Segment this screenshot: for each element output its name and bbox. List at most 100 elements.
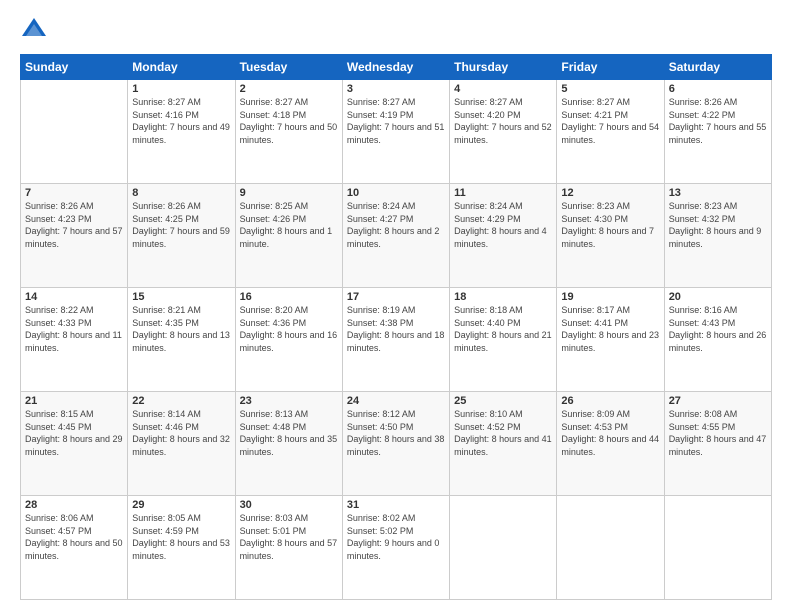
day-info: Sunrise: 8:22 AMSunset: 4:33 PMDaylight:… — [25, 304, 123, 354]
logo — [20, 16, 52, 44]
day-number: 24 — [347, 395, 445, 407]
week-row-5: 28Sunrise: 8:06 AMSunset: 4:57 PMDayligh… — [21, 496, 772, 600]
calendar-cell — [557, 496, 664, 600]
day-number: 1 — [132, 83, 230, 95]
day-number: 20 — [669, 291, 767, 303]
day-info: Sunrise: 8:24 AMSunset: 4:27 PMDaylight:… — [347, 200, 445, 250]
day-info: Sunrise: 8:15 AMSunset: 4:45 PMDaylight:… — [25, 408, 123, 458]
day-info: Sunrise: 8:08 AMSunset: 4:55 PMDaylight:… — [669, 408, 767, 458]
day-number: 4 — [454, 83, 552, 95]
weekday-tuesday: Tuesday — [235, 55, 342, 80]
day-info: Sunrise: 8:12 AMSunset: 4:50 PMDaylight:… — [347, 408, 445, 458]
day-info: Sunrise: 8:21 AMSunset: 4:35 PMDaylight:… — [132, 304, 230, 354]
week-row-1: 1Sunrise: 8:27 AMSunset: 4:16 PMDaylight… — [21, 80, 772, 184]
calendar-cell: 24Sunrise: 8:12 AMSunset: 4:50 PMDayligh… — [342, 392, 449, 496]
calendar-cell: 19Sunrise: 8:17 AMSunset: 4:41 PMDayligh… — [557, 288, 664, 392]
calendar-cell: 16Sunrise: 8:20 AMSunset: 4:36 PMDayligh… — [235, 288, 342, 392]
day-info: Sunrise: 8:27 AMSunset: 4:18 PMDaylight:… — [240, 96, 338, 146]
calendar-cell: 13Sunrise: 8:23 AMSunset: 4:32 PMDayligh… — [664, 184, 771, 288]
calendar-cell: 15Sunrise: 8:21 AMSunset: 4:35 PMDayligh… — [128, 288, 235, 392]
calendar-cell: 7Sunrise: 8:26 AMSunset: 4:23 PMDaylight… — [21, 184, 128, 288]
weekday-sunday: Sunday — [21, 55, 128, 80]
day-info: Sunrise: 8:23 AMSunset: 4:30 PMDaylight:… — [561, 200, 659, 250]
day-number: 13 — [669, 187, 767, 199]
day-number: 7 — [25, 187, 123, 199]
day-info: Sunrise: 8:26 AMSunset: 4:22 PMDaylight:… — [669, 96, 767, 146]
calendar-cell — [664, 496, 771, 600]
calendar-cell: 28Sunrise: 8:06 AMSunset: 4:57 PMDayligh… — [21, 496, 128, 600]
calendar-cell: 25Sunrise: 8:10 AMSunset: 4:52 PMDayligh… — [450, 392, 557, 496]
calendar-cell: 8Sunrise: 8:26 AMSunset: 4:25 PMDaylight… — [128, 184, 235, 288]
calendar-cell: 17Sunrise: 8:19 AMSunset: 4:38 PMDayligh… — [342, 288, 449, 392]
day-number: 17 — [347, 291, 445, 303]
calendar-cell — [21, 80, 128, 184]
day-number: 11 — [454, 187, 552, 199]
day-number: 26 — [561, 395, 659, 407]
day-number: 10 — [347, 187, 445, 199]
calendar-cell: 9Sunrise: 8:25 AMSunset: 4:26 PMDaylight… — [235, 184, 342, 288]
calendar-cell: 1Sunrise: 8:27 AMSunset: 4:16 PMDaylight… — [128, 80, 235, 184]
calendar-cell: 18Sunrise: 8:18 AMSunset: 4:40 PMDayligh… — [450, 288, 557, 392]
day-info: Sunrise: 8:26 AMSunset: 4:25 PMDaylight:… — [132, 200, 230, 250]
calendar-cell: 23Sunrise: 8:13 AMSunset: 4:48 PMDayligh… — [235, 392, 342, 496]
day-number: 31 — [347, 499, 445, 511]
calendar-cell: 21Sunrise: 8:15 AMSunset: 4:45 PMDayligh… — [21, 392, 128, 496]
calendar-cell: 11Sunrise: 8:24 AMSunset: 4:29 PMDayligh… — [450, 184, 557, 288]
day-number: 8 — [132, 187, 230, 199]
day-info: Sunrise: 8:05 AMSunset: 4:59 PMDaylight:… — [132, 512, 230, 562]
day-number: 15 — [132, 291, 230, 303]
week-row-3: 14Sunrise: 8:22 AMSunset: 4:33 PMDayligh… — [21, 288, 772, 392]
day-info: Sunrise: 8:26 AMSunset: 4:23 PMDaylight:… — [25, 200, 123, 250]
day-info: Sunrise: 8:16 AMSunset: 4:43 PMDaylight:… — [669, 304, 767, 354]
day-info: Sunrise: 8:06 AMSunset: 4:57 PMDaylight:… — [25, 512, 123, 562]
calendar-cell: 6Sunrise: 8:26 AMSunset: 4:22 PMDaylight… — [664, 80, 771, 184]
header — [20, 16, 772, 44]
page: SundayMondayTuesdayWednesdayThursdayFrid… — [0, 0, 792, 612]
logo-icon — [20, 16, 48, 44]
day-number: 27 — [669, 395, 767, 407]
week-row-2: 7Sunrise: 8:26 AMSunset: 4:23 PMDaylight… — [21, 184, 772, 288]
day-number: 2 — [240, 83, 338, 95]
calendar-cell: 26Sunrise: 8:09 AMSunset: 4:53 PMDayligh… — [557, 392, 664, 496]
day-number: 16 — [240, 291, 338, 303]
day-number: 23 — [240, 395, 338, 407]
calendar-cell: 4Sunrise: 8:27 AMSunset: 4:20 PMDaylight… — [450, 80, 557, 184]
day-info: Sunrise: 8:27 AMSunset: 4:20 PMDaylight:… — [454, 96, 552, 146]
day-info: Sunrise: 8:27 AMSunset: 4:19 PMDaylight:… — [347, 96, 445, 146]
day-info: Sunrise: 8:25 AMSunset: 4:26 PMDaylight:… — [240, 200, 338, 250]
week-row-4: 21Sunrise: 8:15 AMSunset: 4:45 PMDayligh… — [21, 392, 772, 496]
calendar-cell — [450, 496, 557, 600]
day-info: Sunrise: 8:17 AMSunset: 4:41 PMDaylight:… — [561, 304, 659, 354]
day-number: 14 — [25, 291, 123, 303]
day-info: Sunrise: 8:18 AMSunset: 4:40 PMDaylight:… — [454, 304, 552, 354]
day-number: 22 — [132, 395, 230, 407]
day-number: 30 — [240, 499, 338, 511]
day-number: 5 — [561, 83, 659, 95]
calendar-cell: 3Sunrise: 8:27 AMSunset: 4:19 PMDaylight… — [342, 80, 449, 184]
calendar-table: SundayMondayTuesdayWednesdayThursdayFrid… — [20, 54, 772, 600]
day-number: 3 — [347, 83, 445, 95]
calendar-cell: 5Sunrise: 8:27 AMSunset: 4:21 PMDaylight… — [557, 80, 664, 184]
day-info: Sunrise: 8:27 AMSunset: 4:16 PMDaylight:… — [132, 96, 230, 146]
day-info: Sunrise: 8:20 AMSunset: 4:36 PMDaylight:… — [240, 304, 338, 354]
day-info: Sunrise: 8:03 AMSunset: 5:01 PMDaylight:… — [240, 512, 338, 562]
day-info: Sunrise: 8:09 AMSunset: 4:53 PMDaylight:… — [561, 408, 659, 458]
calendar-cell: 30Sunrise: 8:03 AMSunset: 5:01 PMDayligh… — [235, 496, 342, 600]
calendar-cell: 20Sunrise: 8:16 AMSunset: 4:43 PMDayligh… — [664, 288, 771, 392]
day-info: Sunrise: 8:23 AMSunset: 4:32 PMDaylight:… — [669, 200, 767, 250]
weekday-saturday: Saturday — [664, 55, 771, 80]
day-info: Sunrise: 8:02 AMSunset: 5:02 PMDaylight:… — [347, 512, 445, 562]
day-info: Sunrise: 8:14 AMSunset: 4:46 PMDaylight:… — [132, 408, 230, 458]
day-number: 21 — [25, 395, 123, 407]
day-info: Sunrise: 8:13 AMSunset: 4:48 PMDaylight:… — [240, 408, 338, 458]
calendar-cell: 29Sunrise: 8:05 AMSunset: 4:59 PMDayligh… — [128, 496, 235, 600]
day-number: 25 — [454, 395, 552, 407]
weekday-wednesday: Wednesday — [342, 55, 449, 80]
day-number: 19 — [561, 291, 659, 303]
day-number: 29 — [132, 499, 230, 511]
weekday-thursday: Thursday — [450, 55, 557, 80]
calendar-cell: 31Sunrise: 8:02 AMSunset: 5:02 PMDayligh… — [342, 496, 449, 600]
calendar-cell: 12Sunrise: 8:23 AMSunset: 4:30 PMDayligh… — [557, 184, 664, 288]
day-number: 6 — [669, 83, 767, 95]
calendar-cell: 10Sunrise: 8:24 AMSunset: 4:27 PMDayligh… — [342, 184, 449, 288]
